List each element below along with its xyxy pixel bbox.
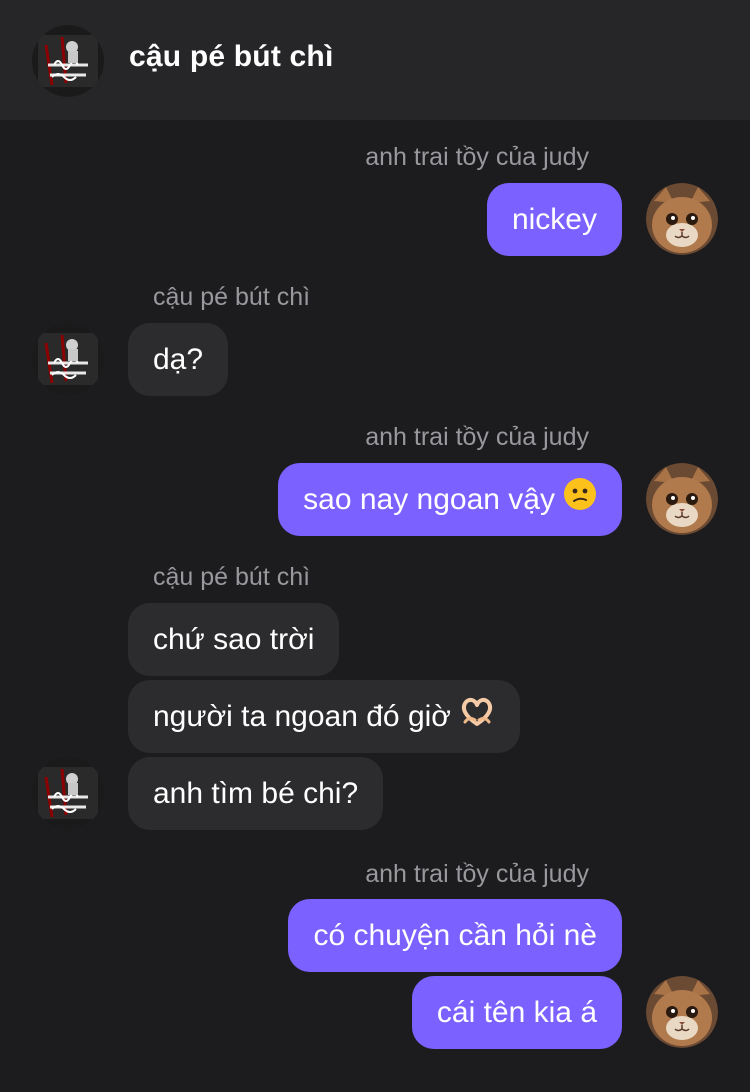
graffiti-avatar-icon[interactable]	[32, 757, 104, 829]
chat-header: cậu pé bút chì	[0, 0, 750, 120]
cat-avatar-icon[interactable]	[646, 976, 718, 1048]
incoming-message[interactable]: anh tìm bé chi?	[128, 757, 384, 830]
graffiti-avatar-icon[interactable]	[32, 25, 104, 97]
sender-name: anh trai tồy của judy	[365, 423, 589, 451]
message-text: người ta ngoan đó giờ	[153, 700, 451, 733]
incoming-message[interactable]: chứ sao trời	[128, 603, 340, 676]
sender-name: anh trai tồy của judy	[365, 143, 589, 171]
graffiti-avatar-icon[interactable]	[32, 323, 104, 395]
chat-title[interactable]: cậu pé bút chì	[129, 40, 334, 74]
message-text: sao nay ngoan vậy	[303, 483, 555, 516]
sender-name: cậu pé bút chì	[153, 283, 311, 311]
outgoing-message[interactable]: cái tên kia á	[411, 976, 622, 1049]
sender-name: cậu pé bút chì	[153, 563, 311, 591]
cat-avatar-icon[interactable]	[646, 463, 718, 535]
outgoing-message[interactable]: sao nay ngoan vậy	[278, 463, 622, 536]
incoming-message[interactable]: dạ?	[128, 323, 229, 396]
confused-face-emoji	[563, 465, 597, 538]
sender-name: anh trai tồy của judy	[365, 860, 589, 888]
outgoing-message[interactable]: nickey	[486, 183, 622, 256]
incoming-message[interactable]: người ta ngoan đó giờ	[128, 680, 520, 753]
heart-hands-emoji	[459, 682, 495, 755]
cat-avatar-icon[interactable]	[646, 183, 718, 255]
outgoing-message[interactable]: có chuyện cần hỏi nè	[288, 899, 622, 972]
